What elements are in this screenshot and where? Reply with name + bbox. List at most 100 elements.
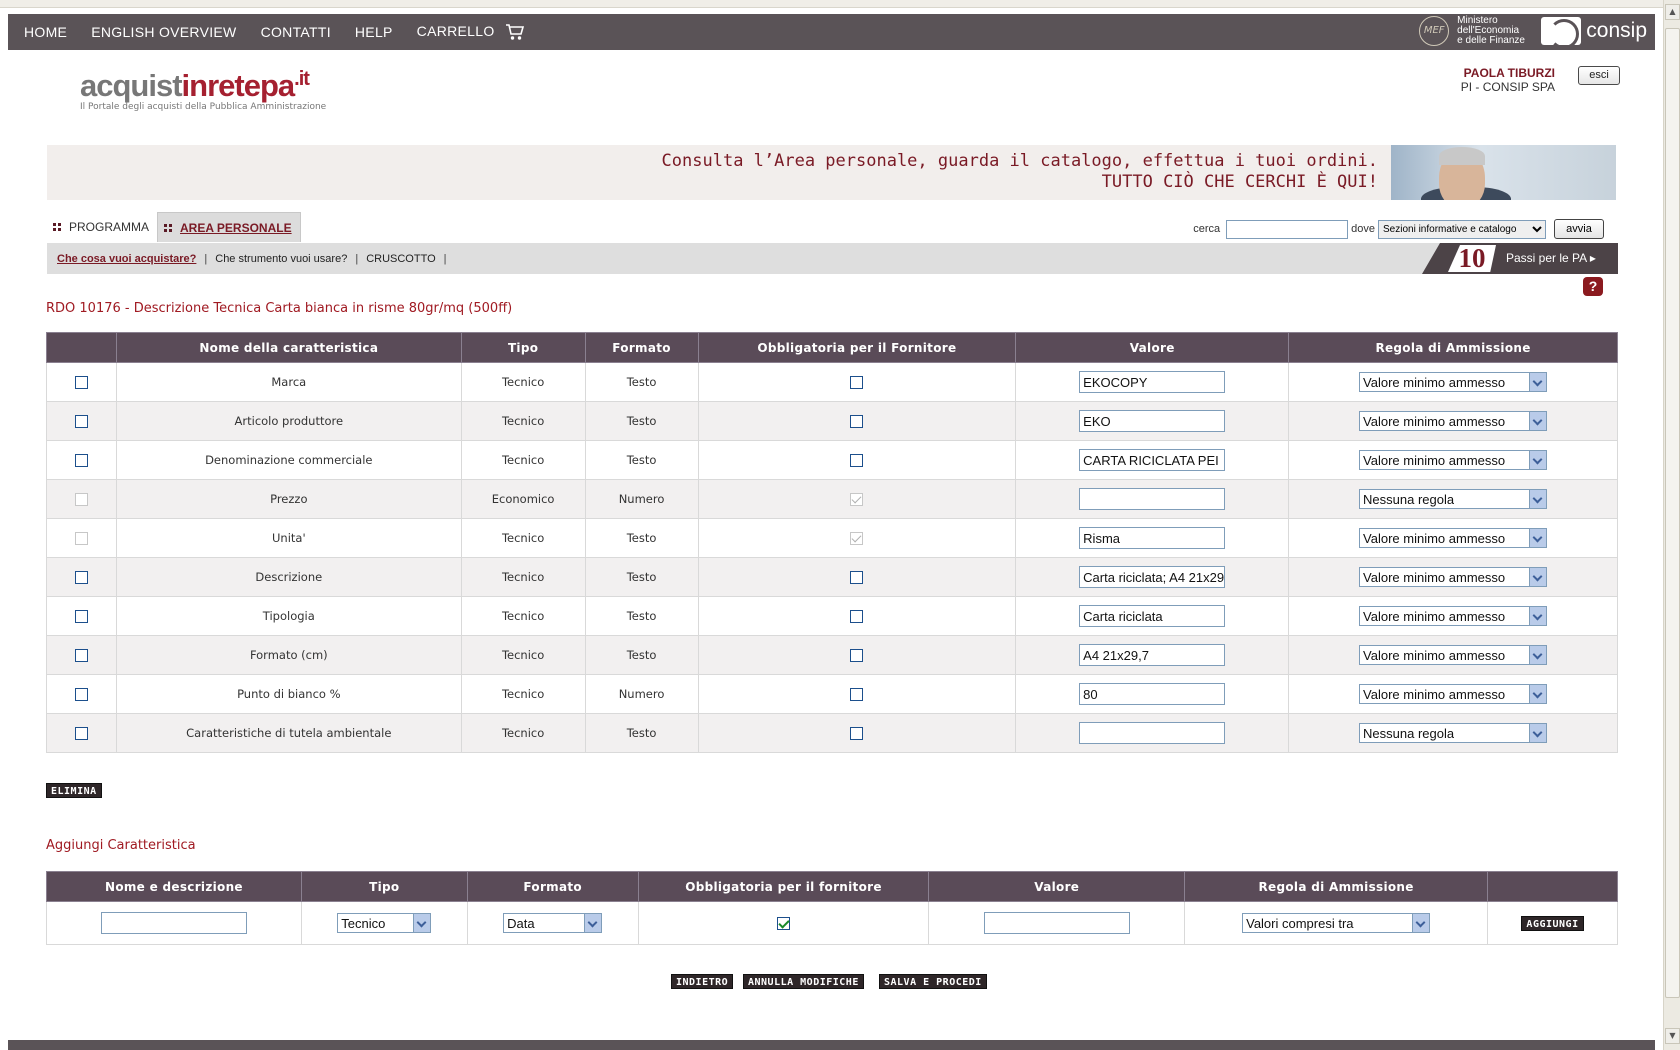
table-row: Unita' Tecnico Testo Risma Valore minimo… — [46, 518, 1618, 558]
chevron-down-icon — [1529, 685, 1547, 703]
subnav-strumento[interactable]: Che strumento vuoi usare? — [207, 253, 355, 265]
row-formato: Testo — [584, 362, 699, 402]
salva-e-procedi-button[interactable]: SALVA E PROCEDI — [879, 974, 987, 989]
add-value-input[interactable] — [983, 912, 1130, 934]
row-required-checkbox[interactable] — [850, 571, 864, 584]
row-value-input[interactable]: EKOCOPY — [1079, 371, 1226, 393]
row-select-checkbox[interactable] — [74, 688, 88, 701]
row-required-checkbox-disabled — [850, 532, 864, 545]
logo-part-1: acquist — [80, 68, 183, 103]
row-name: Punto di bianco % — [115, 674, 462, 714]
nav-help[interactable]: HELP — [347, 24, 401, 40]
subnav-cosa-acquistare[interactable]: Che cosa vuoi acquistare? — [49, 253, 204, 265]
search-scope-select[interactable]: Sezioni informative e catalogo — [1378, 219, 1546, 239]
elimina-button[interactable]: ELIMINA — [46, 783, 102, 798]
row-rule-select[interactable]: Valore minimo ammesso — [1359, 372, 1548, 392]
add-name-input[interactable] — [100, 912, 247, 934]
tab-programma[interactable]: PROGRAMMA — [47, 212, 157, 242]
row-rule-select[interactable]: Valore minimo ammesso — [1359, 684, 1548, 704]
banner-line-1: Consulta l’Area personale, guarda il cat… — [661, 151, 1378, 171]
window-scrollbar[interactable]: ▲ ▼ — [1663, 0, 1680, 1050]
add-rule-select[interactable]: Valori compresi tra — [1242, 913, 1431, 933]
site-logo[interactable]: acquistinretepa.it Il Portale degli acqu… — [80, 68, 326, 112]
row-required-checkbox[interactable] — [850, 610, 864, 623]
row-value-input[interactable]: EKO — [1079, 410, 1226, 432]
indietro-button[interactable]: INDIETRO — [671, 974, 734, 989]
row-formato: Testo — [584, 557, 699, 597]
row-name: Marca — [115, 362, 462, 402]
row-select-checkbox[interactable] — [74, 415, 88, 428]
add-header-action — [1487, 871, 1618, 902]
row-value-input[interactable]: Risma — [1079, 527, 1226, 549]
row-rule-select[interactable]: Valore minimo ammesso — [1359, 411, 1548, 431]
row-required-checkbox[interactable] — [850, 688, 864, 701]
row-value-input[interactable] — [1079, 488, 1226, 510]
row-rule-select[interactable]: Valore minimo ammesso — [1359, 645, 1548, 665]
row-select-checkbox[interactable] — [74, 376, 88, 389]
row-required-checkbox[interactable] — [850, 376, 864, 389]
search-input[interactable] — [1226, 219, 1349, 239]
tab-area-personale[interactable]: AREA PERSONALE — [157, 212, 301, 242]
nav-home[interactable]: HOME — [16, 24, 75, 40]
row-select-checkbox[interactable] — [74, 610, 88, 623]
add-required-checkbox[interactable] — [776, 917, 790, 930]
banner-photo — [1391, 145, 1616, 200]
row-required-checkbox[interactable] — [850, 727, 864, 740]
promo-banner[interactable]: Consulta l’Area personale, guarda il cat… — [47, 145, 1616, 200]
header-name: Nome della caratteristica — [115, 332, 462, 363]
tab-programma-label: PROGRAMMA — [69, 220, 150, 234]
row-rule-value: Valore minimo ammesso — [1363, 530, 1506, 546]
row-value-input[interactable]: Carta riciclata — [1079, 605, 1226, 627]
scroll-up-arrow-icon[interactable]: ▲ — [1665, 4, 1680, 20]
chevron-down-icon — [1529, 490, 1547, 508]
nav-english-overview[interactable]: ENGLISH OVERVIEW — [83, 24, 244, 40]
user-org: PI - CONSIP SPA — [1460, 80, 1555, 94]
row-rule-select[interactable]: Valore minimo ammesso — [1359, 606, 1548, 626]
chevron-down-icon — [1529, 607, 1547, 625]
row-required-checkbox[interactable] — [850, 415, 864, 428]
nav-carrello[interactable]: CARRELLO — [409, 23, 533, 41]
row-select-checkbox[interactable] — [74, 727, 88, 740]
table-row: Tipologia Tecnico Testo Carta riciclata … — [46, 596, 1618, 636]
row-rule-value: Valore minimo ammesso — [1363, 374, 1506, 390]
search-go-button[interactable]: avvia — [1554, 219, 1604, 239]
subnav-cruscotto[interactable]: CRUSCOTTO — [358, 253, 443, 265]
row-select-checkbox[interactable] — [74, 454, 88, 467]
browser-top-edge — [0, 0, 1663, 8]
add-formato-select[interactable]: Data — [503, 913, 603, 933]
logout-button[interactable]: esci — [1578, 66, 1620, 85]
add-characteristic-table: Nome e descrizione Tipo Formato Obbligat… — [46, 871, 1618, 945]
row-value-input[interactable]: A4 21x29,7 — [1079, 644, 1226, 666]
row-tipo: Tecnico — [460, 401, 586, 441]
consip-swirl-icon — [1541, 17, 1582, 45]
row-name: Descrizione — [115, 557, 462, 597]
row-rule-select[interactable]: Valore minimo ammesso — [1359, 450, 1548, 470]
row-rule-select[interactable]: Valore minimo ammesso — [1359, 567, 1548, 587]
row-rule-value: Nessuna regola — [1363, 491, 1455, 507]
row-select-checkbox[interactable] — [74, 649, 88, 662]
chevron-down-icon — [1529, 451, 1547, 469]
table-row: Descrizione Tecnico Testo Carta riciclat… — [46, 557, 1618, 597]
row-rule-select[interactable]: Nessuna regola — [1359, 489, 1548, 509]
row-required-checkbox[interactable] — [850, 454, 864, 467]
table-row: Formato (cm) Tecnico Testo A4 21x29,7 Va… — [46, 635, 1618, 675]
passi-per-le-pa-link[interactable]: 10 Passi per le PA ▸ — [1422, 243, 1618, 274]
row-rule-select[interactable]: Valore minimo ammesso — [1359, 528, 1548, 548]
row-value-input[interactable]: CARTA RICICLATA PEI — [1079, 449, 1226, 471]
row-tipo: Tecnico — [460, 440, 586, 480]
nav-contatti[interactable]: CONTATTI — [253, 24, 339, 40]
row-value-input[interactable]: 80 — [1079, 683, 1226, 705]
scrollbar-thumb[interactable] — [1665, 28, 1680, 998]
row-tipo: Tecnico — [460, 518, 586, 558]
row-select-checkbox[interactable] — [74, 571, 88, 584]
aggiungi-button[interactable]: AGGIUNGI — [1521, 915, 1584, 931]
row-rule-select[interactable]: Nessuna regola — [1359, 723, 1548, 743]
cart-icon — [505, 24, 524, 40]
scroll-down-arrow-icon[interactable]: ▼ — [1665, 1028, 1680, 1044]
help-icon[interactable]: ? — [1583, 277, 1603, 296]
row-value-input[interactable] — [1079, 722, 1226, 744]
add-tipo-select[interactable]: Tecnico — [337, 913, 432, 933]
row-value-input[interactable]: Carta riciclata; A4 21x29, — [1079, 566, 1226, 588]
annulla-modifiche-button[interactable]: ANNULLA MODIFICHE — [743, 974, 864, 989]
row-required-checkbox[interactable] — [850, 649, 864, 662]
